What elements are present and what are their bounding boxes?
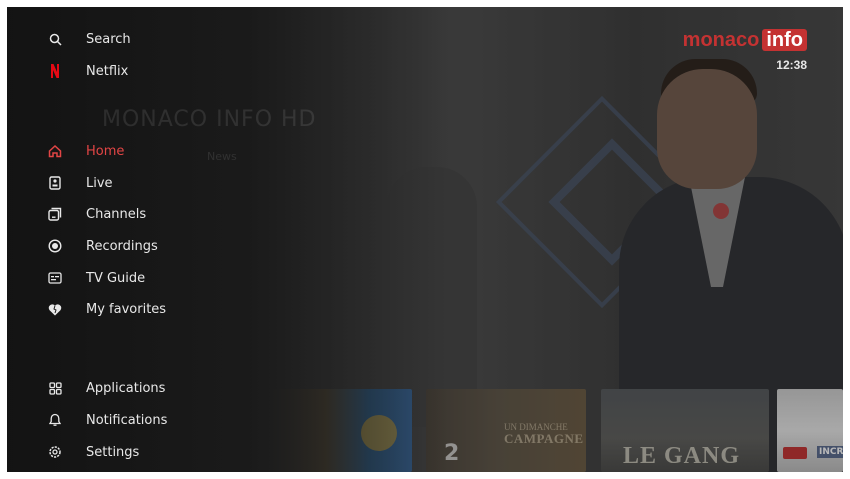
tv-screen: UN DIMANCHE CAMPAGNE 2 LE GANG INCRO MON…	[7, 7, 843, 472]
logo-text-monaco: monaco	[682, 29, 760, 51]
menu-item-label: Channels	[86, 206, 147, 222]
clock: 12:38	[776, 58, 807, 72]
favorites-icon	[47, 301, 63, 317]
channel-title: MONACO INFO HD	[102, 107, 317, 132]
live-icon	[47, 175, 63, 191]
menu-item-label: My favorites	[86, 301, 167, 317]
logo-text-info: info	[762, 29, 807, 51]
menu-item-label: Applications	[86, 380, 166, 396]
notifications-icon	[47, 412, 63, 428]
channel-logo: monaco info	[680, 29, 807, 51]
menu-item-label: Settings	[86, 444, 140, 460]
tv-guide-icon	[47, 270, 63, 286]
channels-icon	[47, 206, 63, 222]
applications-icon	[47, 380, 63, 396]
home-icon	[47, 143, 63, 159]
menu-item-label: Notifications	[86, 412, 168, 428]
netflix-icon	[47, 63, 63, 79]
menu-item-label: Recordings	[86, 238, 158, 254]
menu-item-label: TV Guide	[86, 270, 146, 286]
menu-backdrop	[7, 7, 447, 472]
menu-item-label: Netflix	[86, 63, 129, 79]
program-meta: News	[207, 150, 237, 163]
recordings-icon	[47, 238, 63, 254]
settings-icon	[47, 444, 63, 460]
menu-item-label: Live	[86, 175, 113, 191]
search-icon	[47, 31, 63, 47]
menu-item-label: Search	[86, 31, 131, 47]
menu-item-label: Home	[86, 143, 125, 159]
